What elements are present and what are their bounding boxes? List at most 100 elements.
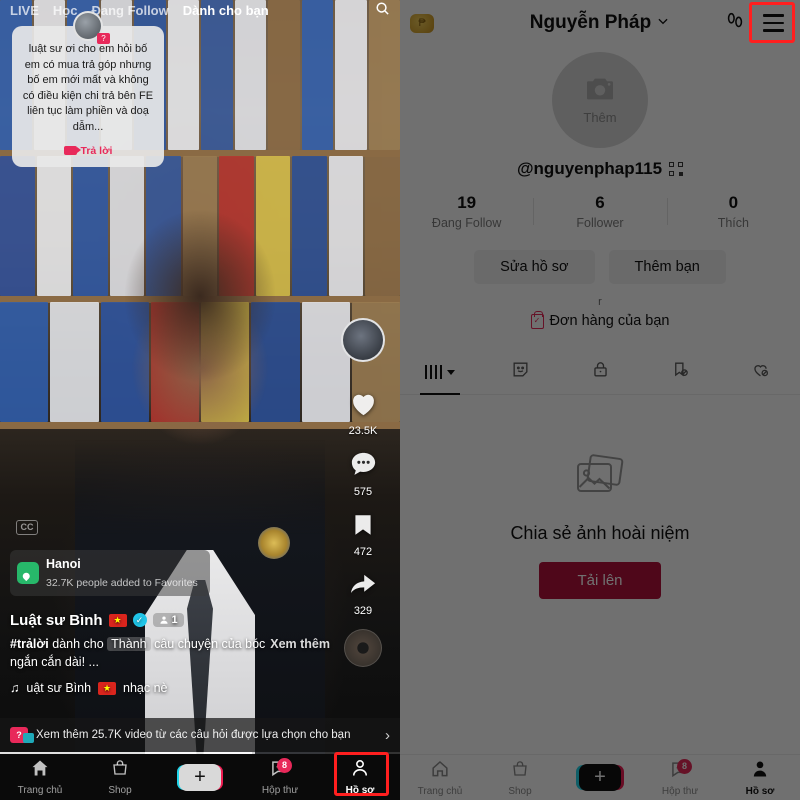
music-disc[interactable] <box>344 629 382 667</box>
location-subtitle: 32.7K people added to Favorites <box>46 577 198 589</box>
tab-saved[interactable] <box>640 351 720 394</box>
caption-more-link[interactable]: Xem thêm <box>270 635 330 654</box>
comment-icon <box>348 452 379 484</box>
caption-mention[interactable]: Thành <box>107 636 151 651</box>
heart-hidden-icon <box>751 360 770 384</box>
caption-text: Xem thêm #trảlời dành cho Thành câu chuy… <box>10 635 330 673</box>
profile-handle: @nguyenphap115 <box>516 159 663 178</box>
tab-grid[interactable] <box>400 351 480 394</box>
grid-icon <box>424 365 443 379</box>
share-button[interactable]: 329 <box>334 570 392 617</box>
comment-flag-badge: ? <box>97 33 110 44</box>
avatar-add-label: Thêm <box>583 109 617 125</box>
tagged-people-chip[interactable]: 1 <box>152 613 184 627</box>
favorite-count: 472 <box>353 546 373 558</box>
video-caption: Luật sư Bình 1 Xem thêm #trảlời dành cho… <box>10 612 330 696</box>
nav-trang-chu[interactable]: Trang chủ <box>0 754 80 800</box>
music-flag-icon <box>98 681 117 695</box>
profile-header: Nguyễn Pháp <box>400 0 800 46</box>
add-friend-button[interactable]: Thêm bạn <box>608 250 726 284</box>
feed-tab-live[interactable]: LIVE <box>10 3 39 18</box>
caption-author-name: Luật sư Bình <box>10 611 103 629</box>
comment-text: luật sư ơi cho em hỏi bố em có mua trả g… <box>22 43 154 134</box>
location-pin-icon <box>17 562 39 584</box>
nav-label: Trang chủ <box>417 785 463 797</box>
feed-tab-danh-cho-ban[interactable]: Dành cho bạn <box>183 3 269 18</box>
tab-stickers[interactable] <box>480 351 560 394</box>
music-suffix: nhạc nè <box>123 681 168 695</box>
chevron-right-icon[interactable]: › <box>385 727 390 744</box>
profile-content-tabs <box>400 351 800 395</box>
home-icon <box>30 758 50 783</box>
camera-icon <box>584 76 616 107</box>
nav-shop[interactable]: Shop <box>80 754 160 800</box>
feed-tab-dang-follow[interactable]: Đang Follow <box>91 3 168 18</box>
avatar[interactable]: Thêm <box>552 52 648 148</box>
nav-ho-so[interactable]: Hồ sơ <box>720 755 800 800</box>
like-count: 23.5K <box>348 425 378 437</box>
heart-icon <box>347 394 380 423</box>
nav-create[interactable] <box>160 754 240 800</box>
profile-action-buttons: Sửa hồ sơ Thêm bạn <box>400 250 800 284</box>
favorite-button[interactable]: 472 <box>334 510 392 558</box>
stat-label: Thích <box>717 216 749 230</box>
upload-button[interactable]: Tải lên <box>539 562 661 599</box>
nav-label: Hộp thư <box>661 785 699 797</box>
profile-stats: 19 Đang Follow 6 Follower 0 Thích <box>400 193 800 230</box>
nav-hop-thu[interactable]: 8 Hộp thư <box>240 754 320 800</box>
profile-handle-row: @nguyenphap115 <box>400 159 800 179</box>
comment-count: 575 <box>353 486 373 498</box>
nav-label: Hồ sơ <box>745 785 775 797</box>
feed-tab-hoc[interactable]: Học <box>53 3 78 18</box>
qr-code-icon[interactable] <box>669 162 684 176</box>
video-feed-panel: LIVE Học Đang Follow Dành cho bạn ? luật… <box>0 0 400 800</box>
empty-state-title: Chia sẻ ảnh hoài niệm <box>510 523 690 543</box>
closed-caption-badge[interactable]: CC <box>16 520 38 535</box>
tagged-people-count: 1 <box>171 614 178 626</box>
shop-bag-icon <box>511 759 529 784</box>
video-action-rail: 23.5K 575 472 329 <box>334 318 392 667</box>
sticker-smiley-icon <box>511 360 530 384</box>
vietnam-flag-icon <box>108 613 127 627</box>
stat-value: 6 <box>595 193 605 212</box>
tab-liked[interactable] <box>720 351 800 394</box>
location-name: Hanoi <box>46 557 81 571</box>
caption-author-row[interactable]: Luật sư Bình 1 <box>10 612 330 629</box>
lapel-emblem <box>258 527 290 559</box>
stat-label: Đang Follow <box>431 216 502 230</box>
tab-private[interactable] <box>560 351 640 394</box>
feed-bottom-nav: Trang chủ Shop 8 Hộp thư Hồ <box>0 754 400 800</box>
search-icon[interactable] <box>375 1 390 19</box>
nav-label: Hồ sơ <box>345 785 375 796</box>
nav-trang-chu[interactable]: Trang chủ <box>400 755 480 800</box>
video-subject <box>75 200 325 800</box>
caption-hashtag[interactable]: #trảlời <box>10 637 49 651</box>
discover-banner[interactable]: ? Xem thêm 25.7K video từ các câu hỏi đư… <box>0 718 400 752</box>
comment-button[interactable]: 575 <box>334 449 392 498</box>
nav-ho-so[interactable]: Hồ sơ <box>320 754 400 800</box>
stat-follower[interactable]: 6 Follower <box>533 193 666 230</box>
chevron-down-icon <box>447 369 456 375</box>
location-chip[interactable]: Hanoi 32.7K people added to Favorites <box>10 550 210 596</box>
your-orders-link[interactable]: Đơn hàng của bạn <box>400 310 800 329</box>
nav-create[interactable] <box>560 755 640 800</box>
profile-title-text: Nguyễn Pháp <box>529 12 652 33</box>
stat-dang-follow[interactable]: 19 Đang Follow <box>400 193 533 230</box>
nav-hop-thu[interactable]: 8 Hộp thư <box>640 755 720 800</box>
photo-stack-icon <box>572 453 628 501</box>
feed-top-tabs[interactable]: LIVE Học Đang Follow Dành cho bạn <box>0 0 400 20</box>
profile-panel: Nguyễn Pháp <box>400 0 800 800</box>
verified-badge-icon <box>132 613 147 627</box>
stat-thich[interactable]: 0 Thích <box>666 193 800 230</box>
caption-music-row[interactable]: ♫ uật sư Bình nhạc nè <box>10 681 330 695</box>
comment-reply-button[interactable]: Trả lời <box>22 145 154 157</box>
creator-avatar[interactable] <box>341 318 385 362</box>
comment-question-card[interactable]: ? luật sư ơi cho em hỏi bố em có mua trả… <box>12 11 164 167</box>
page-title[interactable]: Nguyễn Pháp <box>400 12 800 34</box>
nav-shop[interactable]: Shop <box>480 755 560 800</box>
edit-profile-button[interactable]: Sửa hồ sơ <box>474 250 595 284</box>
like-button[interactable]: 23.5K <box>334 388 392 437</box>
profile-person-icon <box>750 759 770 784</box>
chevron-down-icon[interactable] <box>656 12 670 34</box>
inbox-badge: 8 <box>677 759 692 774</box>
